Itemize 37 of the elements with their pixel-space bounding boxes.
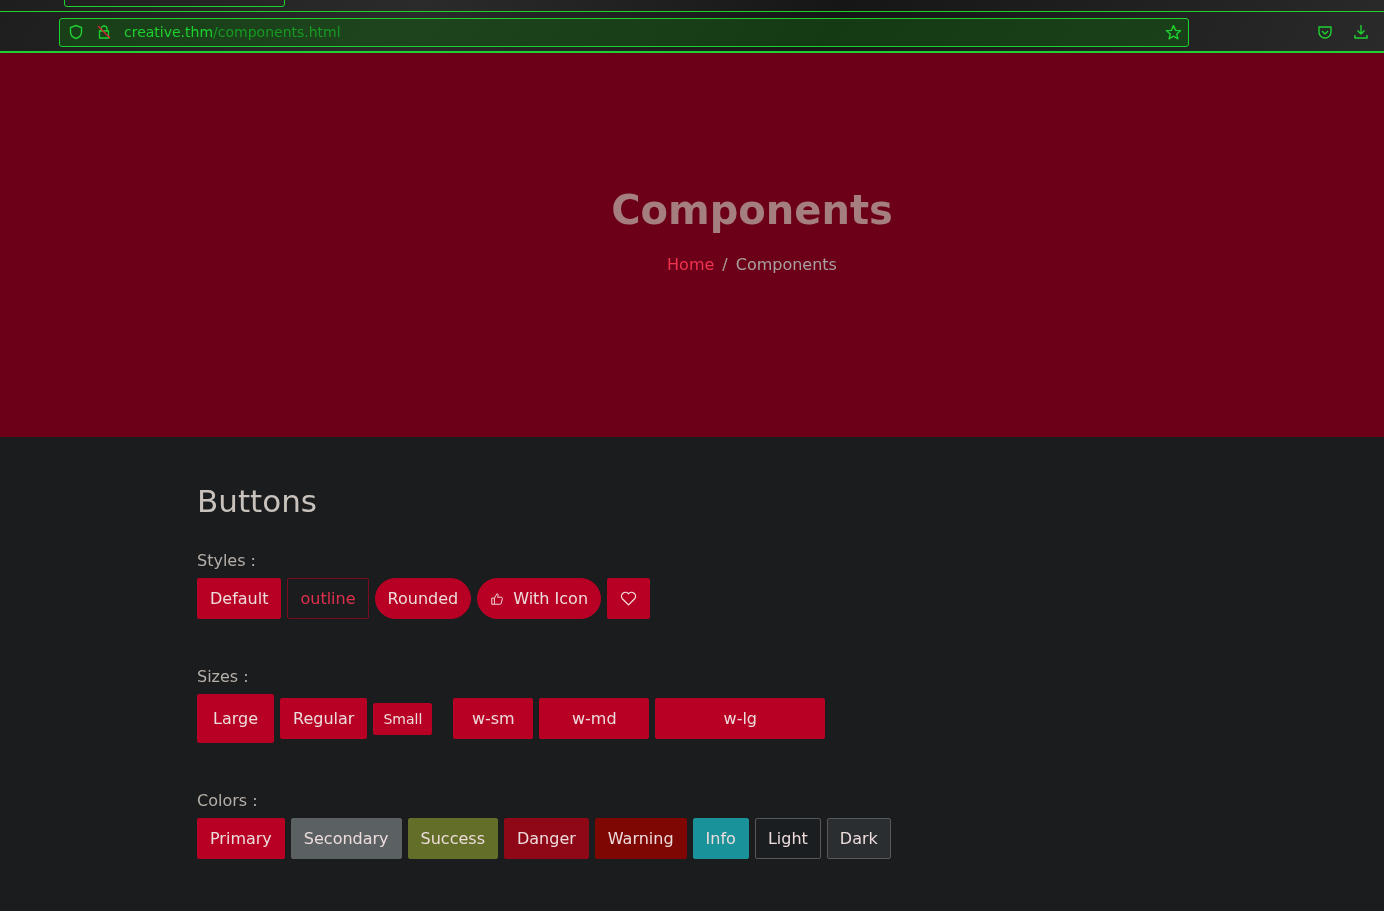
demo-button[interactable]: w-md — [539, 698, 650, 739]
demo-button[interactable]: Success — [407, 818, 498, 859]
demo-button[interactable]: Regular — [280, 698, 368, 739]
demo-button[interactable]: Secondary — [290, 818, 402, 859]
address-bar[interactable]: creative.thm/components.html — [59, 17, 1189, 47]
demo-button[interactable]: w-lg — [655, 698, 826, 739]
url-path: /components.html — [213, 24, 341, 40]
demo-button[interactable]: Warning — [594, 818, 687, 859]
demo-button[interactable]: Large — [197, 694, 274, 743]
demo-button[interactable]: With Icon — [477, 578, 602, 619]
breadcrumb-link[interactable]: Home — [667, 254, 715, 274]
pocket-icon[interactable] — [1317, 24, 1333, 40]
star-icon[interactable] — [1165, 23, 1182, 41]
demo-button[interactable]: Small — [373, 702, 433, 735]
thumbs-up-icon — [490, 591, 505, 606]
demo-button[interactable]: Info — [692, 818, 749, 859]
group-label: Styles : — [197, 551, 257, 570]
demo-button[interactable]: Default — [197, 578, 282, 619]
demo-button[interactable]: Light — [754, 818, 821, 859]
demo-button[interactable]: Rounded — [374, 578, 472, 619]
breadcrumb-separator: / — [722, 254, 728, 274]
shield-icon[interactable] — [68, 24, 84, 40]
url-host: creative.thm — [124, 24, 214, 40]
demo-button[interactable]: Primary — [197, 818, 285, 859]
download-icon[interactable] — [1353, 24, 1369, 40]
demo-button[interactable]: Dark — [826, 818, 891, 859]
heart-icon — [620, 590, 638, 607]
group-label: Sizes : — [197, 667, 250, 686]
demo-button[interactable] — [607, 578, 651, 619]
demo-button[interactable]: w-sm — [453, 698, 534, 739]
section-title: Buttons — [197, 483, 318, 519]
breadcrumb-current: Components — [735, 254, 837, 274]
demo-button[interactable]: Danger — [503, 818, 589, 859]
demo-button[interactable]: outline — [287, 578, 369, 619]
lock-icon[interactable] — [96, 24, 112, 40]
page-title: Components — [611, 186, 893, 233]
group-label: Colors : — [197, 791, 259, 810]
